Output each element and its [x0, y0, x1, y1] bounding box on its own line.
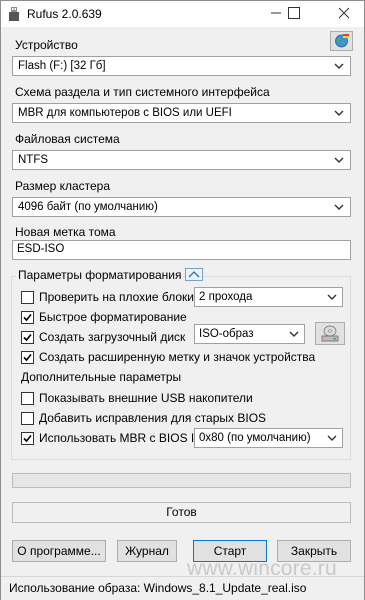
device-label: Устройство: [15, 38, 78, 52]
mbr-bios-id-label: Использовать MBR с BIOS ID: [39, 431, 203, 445]
chevron-down-icon: [334, 157, 344, 163]
close-icon: [338, 7, 350, 19]
usb-app-icon: [9, 7, 19, 21]
checkmark-icon: [23, 353, 32, 362]
partition-select[interactable]: MBR для компьютеров с BIOS или UEFI: [12, 103, 351, 123]
about-button[interactable]: О программе...: [12, 540, 106, 562]
device-value: Flash (F:) [32 Гб]: [18, 60, 106, 72]
log-button[interactable]: Журнал: [117, 540, 177, 562]
bootable-checkbox[interactable]: [21, 331, 34, 344]
cluster-value: 4096 байт (по умолчанию): [18, 201, 158, 213]
filesystem-select[interactable]: NTFS: [12, 150, 351, 170]
quick-format-checkbox[interactable]: [21, 311, 34, 324]
status-bar-text: Использование образа: Windows_8.1_Update…: [9, 581, 307, 595]
bad-blocks-label: Проверить на плохие блоки: [39, 290, 194, 304]
extended-label-checkbox[interactable]: [21, 351, 34, 364]
device-select[interactable]: Flash (F:) [32 Гб]: [12, 56, 351, 76]
cluster-select[interactable]: 4096 байт (по умолчанию): [12, 197, 351, 217]
boot-type-value: ISO-образ: [199, 328, 254, 340]
checkmark-icon: [23, 313, 32, 322]
checkmark-icon: [23, 333, 32, 342]
language-button[interactable]: [330, 31, 353, 51]
chevron-down-icon: [334, 204, 344, 210]
window-title: Rufus 2.0.639: [27, 7, 102, 21]
progress-bar: [12, 473, 351, 488]
chevron-down-icon: [334, 110, 344, 116]
close-window-button[interactable]: [327, 1, 361, 25]
status-bar: Использование образа: Windows_8.1_Update…: [1, 576, 364, 600]
advanced-options-title: Дополнительные параметры: [21, 370, 182, 384]
filesystem-value: NTFS: [18, 154, 49, 166]
partition-value: MBR для компьютеров с BIOS или UEFI: [18, 107, 232, 119]
bad-blocks-checkbox[interactable]: [21, 291, 34, 304]
bootable-label: Создать загрузочный диск: [39, 330, 186, 344]
chevron-down-icon: [327, 294, 337, 300]
chevron-up-icon: [188, 271, 200, 278]
rufus-window: Rufus 2.0.639 Устройство Flash (F:) [32 …: [0, 0, 365, 600]
boot-type-select[interactable]: ISO-образ: [194, 324, 305, 344]
bad-blocks-passes-value: 2 прохода: [199, 291, 253, 303]
toggle-advanced-button[interactable]: [185, 268, 203, 281]
format-options-title: Параметры форматирования: [16, 268, 184, 282]
chevron-down-icon: [334, 63, 344, 69]
mbr-bios-id-checkbox[interactable]: [21, 432, 34, 445]
disk-drive-icon: [321, 325, 339, 342]
bios-id-value: 0x80 (по умолчанию): [199, 432, 311, 444]
select-image-button[interactable]: [315, 322, 345, 345]
external-usb-checkbox[interactable]: [21, 392, 34, 405]
external-usb-label: Показывать внешние USB накопители: [39, 391, 253, 405]
bios-id-select[interactable]: 0x80 (по умолчанию): [194, 428, 343, 448]
cluster-label: Размер кластера: [15, 179, 111, 193]
maximize-button[interactable]: [277, 1, 311, 25]
status-field: Готов: [12, 502, 351, 523]
extended-label-label: Создать расширенную метку и значок устро…: [39, 350, 316, 364]
old-bios-checkbox[interactable]: [21, 412, 34, 425]
title-bar[interactable]: Rufus 2.0.639: [1, 1, 364, 27]
chevron-down-icon: [327, 435, 337, 441]
volume-label-input[interactable]: [17, 243, 337, 255]
old-bios-label: Добавить исправления для старых BIOS: [39, 411, 267, 425]
globe-icon: [335, 34, 349, 48]
maximize-icon: [288, 7, 300, 19]
quick-format-label: Быстрое форматирование: [39, 310, 187, 324]
bad-blocks-passes-select[interactable]: 2 прохода: [194, 287, 343, 307]
volume-label-input-box[interactable]: [12, 240, 351, 260]
chevron-down-icon: [289, 331, 299, 337]
filesystem-label: Файловая система: [15, 132, 120, 146]
volume-label: Новая метка тома: [15, 225, 116, 239]
checkmark-icon: [23, 434, 32, 443]
partition-label: Схема раздела и тип системного интерфейс…: [15, 85, 270, 99]
